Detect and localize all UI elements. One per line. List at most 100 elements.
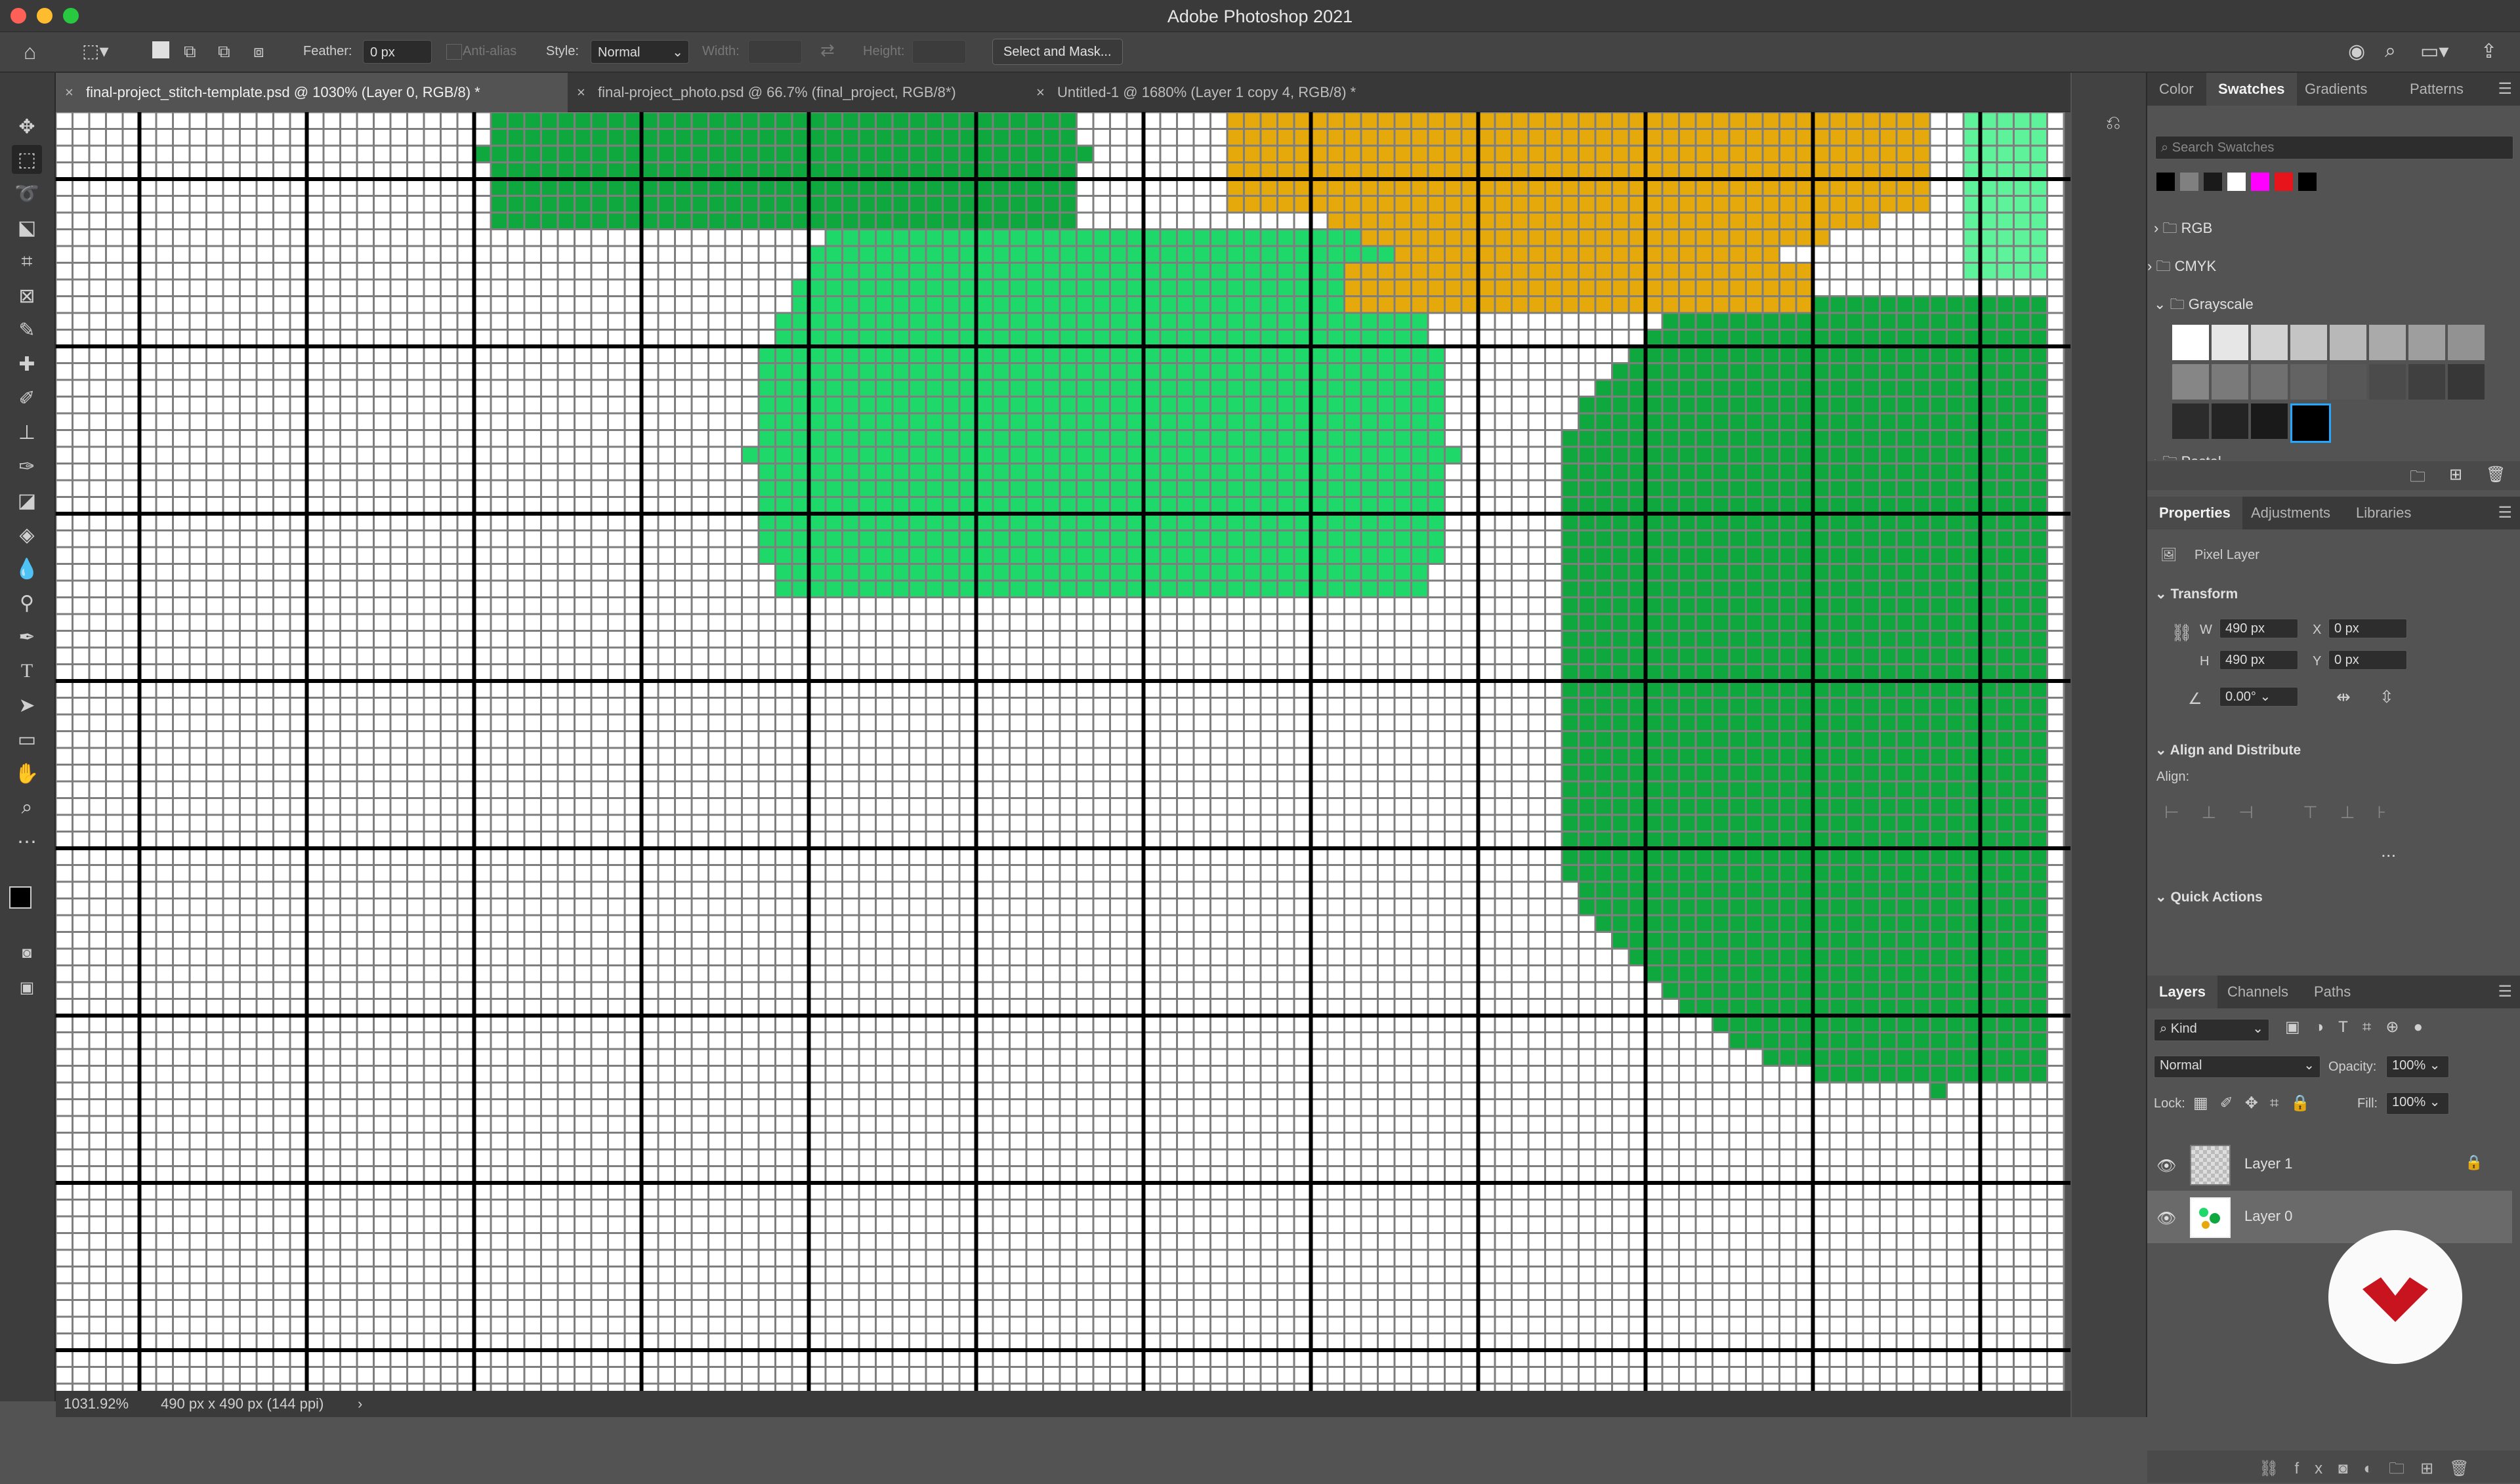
x-field[interactable]: 0 px [2328,619,2407,638]
workspace-icon[interactable]: ▭▾ [2420,40,2448,63]
object-select-tool-icon[interactable]: ⬕ [12,213,42,242]
share-icon[interactable]: ◉ [2348,40,2365,63]
grayscale-swatch[interactable] [2369,325,2406,360]
align-buttons[interactable]: ⊢⊥⊣ ⊤⊥⊦ [2164,802,2408,823]
intersect-selection-icon[interactable]: ⧈ [253,41,264,62]
grayscale-swatch[interactable] [2330,364,2366,400]
swatch-6[interactable] [2298,173,2317,191]
zoom-level[interactable]: 1031.92% [64,1391,129,1417]
grayscale-swatch[interactable] [2330,325,2366,360]
antialias-checkbox[interactable] [446,44,462,60]
grayscale-swatch[interactable] [2290,364,2327,400]
tab-untitled-1[interactable]: × Untitled-1 @ 1680% (Layer 1 copy 4, RG… [1027,73,1454,112]
search-icon[interactable]: ⌕ [2385,40,2396,62]
height-field[interactable]: 490 px [2219,650,2298,670]
trash-icon[interactable]: 🗑 [2486,465,2506,484]
crop-tool-icon[interactable]: ⌗ [12,247,42,276]
panel-menu-icon[interactable]: ☰ [2498,73,2512,106]
lock-icons[interactable]: ▦✐✥⌗🔒 [2193,1094,2322,1113]
layer-name[interactable]: Layer 0 [2244,1208,2292,1225]
blur-tool-icon[interactable]: 💧 [12,554,42,583]
layer-action-icons[interactable]: ⛓fx◙◐🗀⊞🗑 [2259,1457,2485,1484]
tab-stitch-template[interactable]: × final-project_stitch-template.psd @ 10… [56,73,568,112]
marquee-preset-icon[interactable]: ⬚▾ [82,40,109,62]
zoom-tool-icon[interactable]: ⌕ [12,793,42,822]
grayscale-swatch[interactable] [2251,364,2288,400]
healing-brush-tool-icon[interactable]: ✚ [12,350,42,379]
tab-paths[interactable]: Paths [2302,976,2362,1008]
grayscale-swatch[interactable] [2212,325,2248,360]
canvas-area[interactable] [56,112,2070,1398]
swatch-group-rgb[interactable]: › 🗀 RGB [2154,217,2212,242]
flip-horizontal-icon[interactable]: ⇹ [2336,687,2351,707]
subtract-selection-icon[interactable]: ⧉ [218,41,230,62]
hand-tool-icon[interactable]: ✋ [12,759,42,788]
eyedropper-tool-icon[interactable]: ✎ [12,316,42,344]
blend-mode-select[interactable]: Normal⌄ [2154,1056,2320,1078]
swatch-group-grayscale[interactable]: ⌄ 🗀 Grayscale [2154,293,2254,318]
tab-color[interactable]: Color [2147,73,2206,106]
kind-filter-select[interactable]: ⌕ Kind⌄ [2154,1019,2269,1041]
grayscale-swatch[interactable] [2212,364,2248,400]
marquee-tool-icon[interactable]: ⬚ [12,145,42,174]
history-brush-tool-icon[interactable]: ✑ [12,452,42,481]
tab-patterns[interactable]: Patterns [2398,73,2475,106]
opacity-field[interactable]: 100% ⌄ [2386,1056,2449,1078]
pen-tool-icon[interactable]: ✒ [12,623,42,651]
grayscale-swatch[interactable] [2251,325,2288,360]
flip-vertical-icon[interactable]: ⇳ [2380,687,2394,707]
visibility-eye-icon[interactable]: 👁 [2156,1157,2176,1176]
grayscale-swatch[interactable] [2369,364,2406,400]
width-field[interactable]: 490 px [2219,619,2298,638]
transform-section[interactable]: ⌄ Transform [2155,586,2238,602]
history-panel-icon[interactable]: ⎌ [2106,112,2120,134]
home-icon[interactable]: ⌂ [24,40,36,64]
grayscale-swatch[interactable] [2212,403,2248,439]
layer-name[interactable]: Layer 1 [2244,1155,2292,1172]
panel-menu-icon[interactable]: ☰ [2498,976,2512,1008]
lock-icon[interactable]: 🔒 [2465,1154,2483,1171]
tab-layers[interactable]: Layers [2147,976,2217,1008]
tab-gradients[interactable]: Gradients [2293,73,2379,106]
eraser-tool-icon[interactable]: ◪ [12,486,42,515]
tab-swatches[interactable]: Swatches [2206,73,2297,106]
type-tool-icon[interactable]: T [12,657,42,686]
new-swatch-icon[interactable]: ⊞ [2449,465,2462,484]
tab-adjustments[interactable]: Adjustments [2239,497,2342,529]
share-upload-icon[interactable]: ⇪ [2481,40,2497,63]
dodge-tool-icon[interactable]: ⚲ [12,588,42,617]
new-selection-icon[interactable] [152,41,169,58]
grayscale-swatch[interactable] [2172,364,2209,400]
close-icon[interactable]: × [1036,73,1045,112]
swatch-5[interactable] [2275,173,2293,191]
search-swatches-input[interactable]: ⌕ Search Swatches [2155,136,2513,159]
stamp-tool-icon[interactable]: ⊥ [12,418,42,447]
width-input[interactable] [748,40,802,64]
link-icon[interactable]: ⛓ [2171,623,2193,643]
frame-tool-icon[interactable]: ⊠ [12,281,42,310]
quick-actions-section[interactable]: ⌄ Quick Actions [2155,889,2263,905]
grayscale-swatch[interactable] [2172,403,2209,439]
close-icon[interactable]: × [65,73,74,112]
swap-icon[interactable]: ⇄ [820,40,835,60]
grayscale-swatch[interactable] [2408,364,2445,400]
quick-mask-icon[interactable]: ◙ [12,939,42,968]
rectangle-tool-icon[interactable]: ▭ [12,725,42,754]
tab-libraries[interactable]: Libraries [2344,497,2423,529]
stitch-grid-canvas[interactable] [56,112,2070,1398]
add-selection-icon[interactable]: ⧉ [184,41,196,62]
align-section[interactable]: ⌄ Align and Distribute [2155,742,2301,758]
grayscale-swatch[interactable] [2448,364,2485,400]
path-select-tool-icon[interactable]: ➤ [12,691,42,720]
grayscale-swatch[interactable] [2290,403,2331,443]
chevron-right-icon[interactable]: › [358,1391,362,1417]
layer-filter-icons[interactable]: ▣◑T⌗⊕● [2285,1018,2437,1037]
grayscale-swatch[interactable] [2172,325,2209,360]
grayscale-swatch[interactable] [2408,325,2445,360]
feather-input[interactable]: 0 px [363,40,432,64]
angle-field[interactable]: 0.00° ⌄ [2219,687,2298,707]
swatch-1[interactable] [2180,173,2198,191]
grayscale-swatch[interactable] [2448,325,2485,360]
swatch-4[interactable] [2251,173,2269,191]
grayscale-swatch[interactable] [2290,325,2327,360]
